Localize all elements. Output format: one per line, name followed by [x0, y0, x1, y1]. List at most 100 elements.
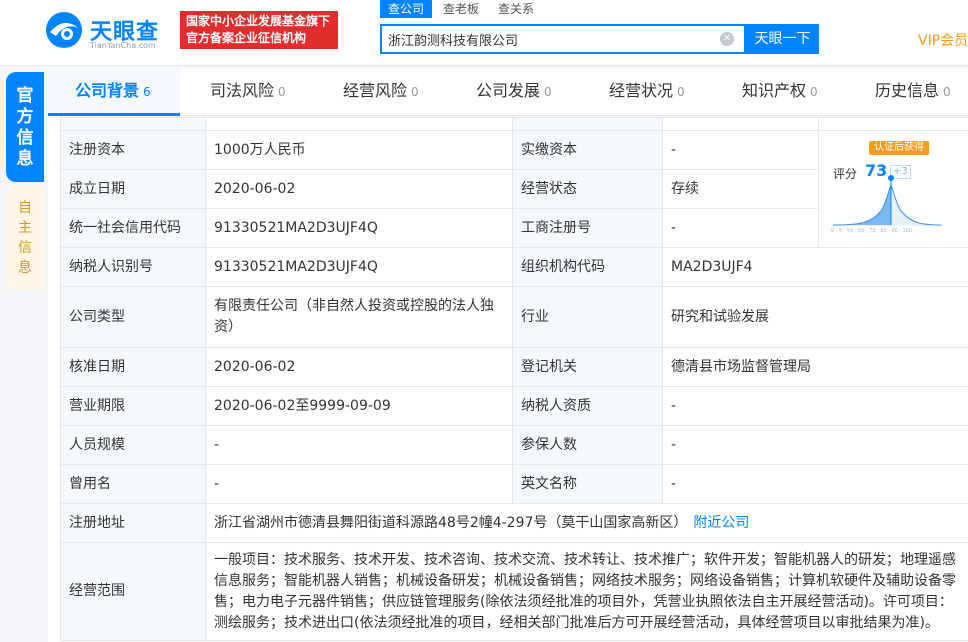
- tab-history[interactable]: 历史信息 0: [875, 68, 951, 116]
- field-label: 注册地址: [60, 503, 206, 543]
- score-distribution-curve: 0 · 5 · 50 · 60 · 73 · 80 · 90 · 100: [831, 175, 943, 233]
- search-input[interactable]: [388, 29, 718, 49]
- tab-intellectual-property[interactable]: 知识产权 0: [742, 68, 818, 116]
- field-value: -: [205, 464, 513, 504]
- vip-link[interactable]: VIP会员: [918, 30, 968, 50]
- logo-eye-icon: [46, 12, 82, 48]
- field-label: 人员规模: [60, 425, 206, 465]
- tab-count: 0: [677, 85, 685, 99]
- score-badge: 认证后获得: [869, 141, 929, 155]
- field-label: 营业期限: [60, 386, 206, 426]
- business-info-table: 注册资本 1000万人民币 实缴资本 - 认证后获得 评分 73 +3 0 · …: [60, 117, 968, 641]
- field-label: 纳税人资质: [512, 386, 663, 426]
- tab-count: 0: [810, 85, 818, 99]
- table-row: 公司类型 有限责任公司（非自然人投资或控股的法人独资） 行业 研究和试验发展: [60, 286, 968, 348]
- svg-text:0 · 5 · 50 · 60 · 73 · 80 · 90: 0 · 5 · 50 · 60 · 73 · 80 · 90 · 100: [831, 228, 912, 233]
- field-value: -: [205, 425, 513, 465]
- tab-label: 司法风险: [210, 81, 275, 100]
- field-label: 行业: [512, 286, 663, 348]
- field-value: -: [662, 425, 968, 465]
- business-info-panel: 注册资本 1000万人民币 实缴资本 - 认证后获得 评分 73 +3 0 · …: [48, 117, 968, 642]
- slogan-banner: 国家中小企业发展基金旗下 官方备案企业征信机构: [180, 11, 338, 49]
- table-row: 注册资本 1000万人民币 实缴资本 - 认证后获得 评分 73 +3 0 · …: [60, 130, 968, 248]
- field-value: 德清县市场监督管理局: [662, 347, 968, 387]
- tab-count: 0: [411, 85, 419, 99]
- field-value: -: [662, 130, 819, 170]
- field-value: 有限责任公司（非自然人投资或控股的法人独资）: [205, 286, 513, 348]
- tab-business-risk[interactable]: 经营风险 0: [343, 68, 419, 116]
- side-tab-self[interactable]: 自主信息: [6, 186, 44, 290]
- tab-label: 公司发展: [476, 81, 541, 100]
- field-value: MA2D3UJF4: [662, 247, 968, 287]
- field-label: 成立日期: [60, 169, 206, 209]
- slogan-line-2: 官方备案企业征信机构: [186, 31, 307, 45]
- field-value: 研究和试验发展: [662, 286, 968, 348]
- search-tab-company[interactable]: 查公司: [380, 0, 433, 18]
- table-row: [60, 117, 968, 131]
- field-value: 91330521MA2D3UJF4Q: [205, 208, 513, 248]
- table-row: 人员规模 - 参保人数 -: [60, 425, 968, 465]
- search-tab-boss[interactable]: 查老板: [435, 0, 487, 18]
- table-row: 经营范围 一般项目：技术服务、技术开发、技术咨询、技术交流、技术转让、技术推广；…: [60, 542, 968, 641]
- table-row: 纳税人识别号 91330521MA2D3UJF4Q 组织机构代码 MA2D3UJ…: [60, 247, 968, 287]
- field-label: 英文名称: [512, 464, 663, 504]
- search-button[interactable]: 天眼一下: [746, 24, 819, 54]
- tab-label: 经营风险: [343, 81, 408, 100]
- score-card: 认证后获得 评分 73 +3 0 · 5 · 50 · 60 · 73 · 80…: [819, 131, 968, 249]
- tab-business-status[interactable]: 经营状况 0: [609, 68, 685, 116]
- nearby-companies-link[interactable]: 附近公司: [693, 515, 749, 531]
- field-label: 曾用名: [60, 464, 206, 504]
- tab-label: 经营状况: [609, 81, 674, 100]
- field-value: 存续: [662, 169, 819, 209]
- field-label: 纳税人识别号: [60, 247, 206, 287]
- field-value: 1000万人民币: [205, 130, 513, 170]
- field-value: 2020-06-02: [205, 347, 513, 387]
- section-nav: 公司背景 6 司法风险 0 经营风险 0 公司发展 0 经营状况 0 知识产权 0 历史信息…: [48, 68, 968, 116]
- field-value: 一般项目：技术服务、技术开发、技术咨询、技术交流、技术转让、技术推广；软件开发；…: [205, 542, 968, 641]
- field-label: 登记机关: [512, 347, 663, 387]
- tab-count: 0: [278, 85, 286, 99]
- field-value: 91330521MA2D3UJF4Q: [205, 247, 513, 287]
- field-label: 工商注册号: [512, 208, 663, 248]
- slogan-line-1: 国家中小企业发展基金旗下: [186, 14, 331, 28]
- field-label: 参保人数: [512, 425, 663, 465]
- field-label: 经营范围: [60, 542, 206, 641]
- field-label: 实缴资本: [512, 130, 663, 170]
- tab-judicial-risk[interactable]: 司法风险 0: [210, 68, 286, 116]
- field-label: 统一社会信用代码: [60, 208, 206, 248]
- field-value: 浙江省湖州市德清县舞阳街道科源路48号2幢4-297号（莫干山国家高新区）: [214, 514, 688, 531]
- tab-count: 0: [544, 85, 552, 99]
- table-row: 曾用名 - 英文名称 -: [60, 464, 968, 504]
- table-row: 注册地址 浙江省湖州市德清县舞阳街道科源路48号2幢4-297号（莫干山国家高新…: [60, 503, 968, 543]
- field-label: 经营状态: [512, 169, 663, 209]
- tab-count: 0: [943, 85, 951, 99]
- field-label: 核准日期: [60, 347, 206, 387]
- top-header: 天眼查 TianYanCha.com 国家中小企业发展基金旗下 官方备案企业征信…: [0, 0, 968, 66]
- table-row: 核准日期 2020-06-02 登记机关 德清县市场监督管理局: [60, 347, 968, 387]
- field-value: 2020-06-02至9999-09-09: [205, 386, 513, 426]
- field-label: 公司类型: [60, 286, 206, 348]
- field-label: 组织机构代码: [512, 247, 663, 287]
- side-tab-official[interactable]: 官方信息: [6, 72, 44, 182]
- table-row: 营业期限 2020-06-02至9999-09-09 纳税人资质 -: [60, 386, 968, 426]
- logo[interactable]: 天眼查 TianYanCha.com: [44, 10, 174, 50]
- field-label: 注册资本: [60, 130, 206, 170]
- tab-label: 公司背景: [75, 81, 140, 100]
- tab-company-development[interactable]: 公司发展 0: [476, 68, 552, 116]
- logo-subtitle: TianYanCha.com: [90, 41, 156, 50]
- field-value: 2020-06-02: [205, 169, 513, 209]
- clear-icon[interactable]: ✕: [720, 32, 734, 46]
- field-value: -: [662, 464, 968, 504]
- side-tab-self-label: 自主信息: [18, 200, 32, 276]
- tab-label: 历史信息: [875, 81, 940, 100]
- score-widget[interactable]: 认证后获得 评分 73 +3 0 · 5 · 50 · 60 · 73 · 80…: [818, 130, 968, 249]
- side-tab-official-label: 官方信息: [16, 86, 34, 169]
- tab-count: 6: [143, 85, 151, 99]
- field-value: -: [662, 386, 968, 426]
- address-cell: 浙江省湖州市德清县舞阳街道科源路48号2幢4-297号（莫干山国家高新区） 附近公…: [205, 503, 968, 543]
- search-box: ✕: [380, 24, 746, 54]
- search-tab-relation[interactable]: 查关系: [490, 0, 542, 18]
- tab-company-background[interactable]: 公司背景 6: [48, 68, 180, 116]
- tab-label: 知识产权: [742, 81, 807, 100]
- field-value: -: [662, 208, 819, 248]
